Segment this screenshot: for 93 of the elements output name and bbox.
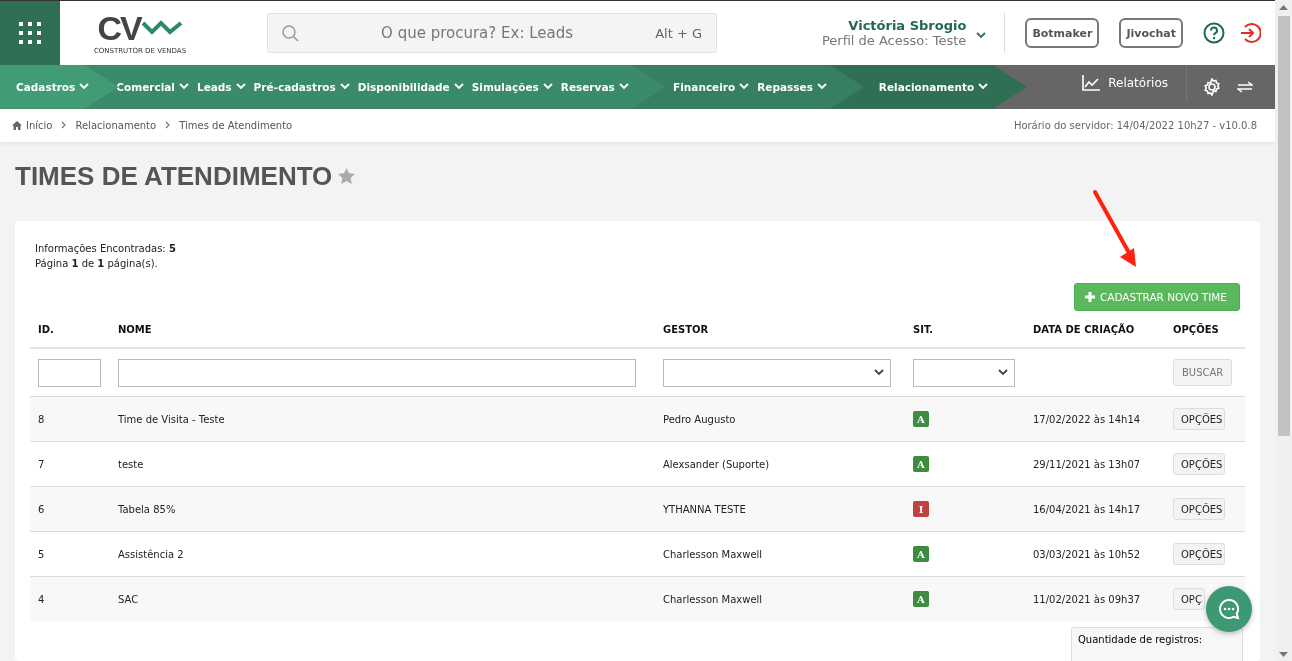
chevron-down-icon xyxy=(178,83,189,91)
chevron-down-icon xyxy=(978,83,989,91)
user-name[interactable]: Victória Sbrogio xyxy=(821,18,967,33)
table-cell: 6 xyxy=(38,503,45,515)
menu-item[interactable]: Leads xyxy=(196,80,246,93)
chevron-right-icon xyxy=(165,121,171,130)
records-label: Quantidade de registros: xyxy=(1071,627,1243,661)
table-cell: SAC xyxy=(118,593,139,605)
chevron-down-icon xyxy=(453,83,464,91)
table-cell: 29/11/2021 às 13h07 xyxy=(1033,458,1141,470)
chevron-down-icon xyxy=(618,83,629,91)
search-icon xyxy=(282,24,299,42)
column-header: GESTOR xyxy=(663,323,709,335)
results-info: Página 1 de 1 página(s). xyxy=(35,257,159,271)
menu-item[interactable]: Reservas xyxy=(560,80,629,93)
logout-icon[interactable] xyxy=(1239,22,1261,44)
table-cell: Assistência 2 xyxy=(118,548,184,560)
table-cell: 4 xyxy=(38,593,45,605)
table-cell: YTHANNA TESTE xyxy=(663,503,746,515)
menu-item[interactable]: Simulações xyxy=(471,80,553,93)
apps-grid-icon[interactable] xyxy=(19,22,41,44)
menu-item[interactable]: Repasses xyxy=(757,80,827,93)
chat-integration-button[interactable]: Botmaker xyxy=(1025,18,1100,48)
table-cell: Charlesson Maxwell xyxy=(663,548,763,560)
name-filter-field[interactable] xyxy=(118,358,636,387)
home-icon xyxy=(12,120,22,130)
server-time: Horário do servidor: 14/04/2022 10h27 - v10.0.8 xyxy=(1013,119,1257,131)
access-profile: Perfil de Acesso: Teste xyxy=(821,33,967,48)
chevron-down-icon xyxy=(339,83,350,91)
table-cell: 5 xyxy=(38,548,45,560)
column-header: SIT. xyxy=(913,323,934,335)
chevron-down-icon xyxy=(79,83,90,91)
column-header: DATA DE CRIAÇÃO xyxy=(1033,323,1135,335)
options-button[interactable]: OPÇÕES xyxy=(1173,498,1226,520)
settings-icon[interactable] xyxy=(1203,77,1221,96)
column-header: OPÇÕES xyxy=(1173,323,1219,335)
status-badge: A xyxy=(913,546,929,562)
table-cell: 11/02/2021 às 09h37 xyxy=(1033,593,1141,605)
favorite-star-icon[interactable] xyxy=(338,168,356,184)
options-button[interactable]: OPÇÕES xyxy=(1173,408,1226,430)
breadcrumb-link[interactable]: Times de Atendimento xyxy=(179,119,293,131)
breadcrumb-link[interactable]: Relacionamento xyxy=(75,119,157,131)
table-cell: 03/03/2021 às 10h52 xyxy=(1033,548,1141,560)
menu-item[interactable]: Comercial xyxy=(116,80,189,93)
swap-icon[interactable] xyxy=(1237,79,1253,94)
status-badge: I xyxy=(913,501,929,517)
table-cell: Tabela 85% xyxy=(118,503,176,515)
table-cell: 8 xyxy=(38,413,45,425)
chevron-down-icon xyxy=(739,83,750,91)
chevron-down-icon xyxy=(816,83,827,91)
chevron-down-icon xyxy=(998,369,1008,376)
chevron-down-icon xyxy=(542,83,553,91)
menu-item[interactable]: Cadastros xyxy=(16,80,90,93)
table-cell: 16/04/2021 às 14h17 xyxy=(1033,503,1141,515)
chat-integration-button[interactable]: Jivochat xyxy=(1119,18,1183,48)
plus-icon xyxy=(1084,292,1095,302)
options-button[interactable]: OPÇÕES xyxy=(1173,543,1226,565)
options-button[interactable]: OPÇÕES xyxy=(1173,453,1226,475)
id-filter-field[interactable] xyxy=(38,358,101,387)
search-field[interactable]: O que procura? Ex: Leads Alt + G xyxy=(267,13,717,53)
table-cell: teste xyxy=(118,458,144,470)
column-header: NOME xyxy=(118,323,152,335)
table-cell: Charlesson Maxwell xyxy=(663,593,763,605)
status-badge: A xyxy=(913,456,929,472)
reports-link[interactable]: Relatórios xyxy=(1082,65,1187,101)
breadcrumb-link[interactable]: Início xyxy=(12,119,53,131)
page-title: TIMES DE ATENDIMENTO xyxy=(15,160,333,192)
chevron-down-icon[interactable] xyxy=(976,31,987,39)
help-icon[interactable] xyxy=(1203,22,1225,44)
line-chart-icon xyxy=(1082,75,1101,91)
table-cell: Time de Visita - Teste xyxy=(118,413,225,425)
results-info: Informações Encontradas: 5 xyxy=(35,242,177,256)
menu-item[interactable]: Disponibilidade xyxy=(357,80,464,93)
menu-item[interactable]: Relacionamento xyxy=(878,80,989,93)
table-cell: 7 xyxy=(38,458,45,470)
search-button[interactable]: BUSCAR xyxy=(1173,359,1233,386)
logo-text: CV xyxy=(97,11,141,45)
status-badge: A xyxy=(913,411,929,427)
menu-item[interactable]: Pré-cadastros xyxy=(253,80,350,93)
scrollbar-thumb[interactable] xyxy=(1277,16,1290,436)
chevron-right-icon xyxy=(61,121,67,130)
menu-item[interactable]: Financeiro xyxy=(673,80,750,93)
table-cell: Alexsander (Suporte) xyxy=(663,458,770,470)
status-badge: A xyxy=(913,591,929,607)
options-button[interactable]: OPÇ xyxy=(1173,588,1205,610)
chat-bubble-icon xyxy=(1218,598,1240,620)
column-header: ID. xyxy=(38,323,54,335)
table-cell: 17/02/2022 às 14h14 xyxy=(1033,413,1141,425)
table-cell: Pedro Augusto xyxy=(663,413,736,425)
search-placeholder: O que procura? Ex: Leads xyxy=(380,24,575,42)
shortcut-hint: Alt + G xyxy=(655,25,702,41)
chevron-down-icon xyxy=(235,83,246,91)
chevron-down-icon xyxy=(874,369,884,376)
